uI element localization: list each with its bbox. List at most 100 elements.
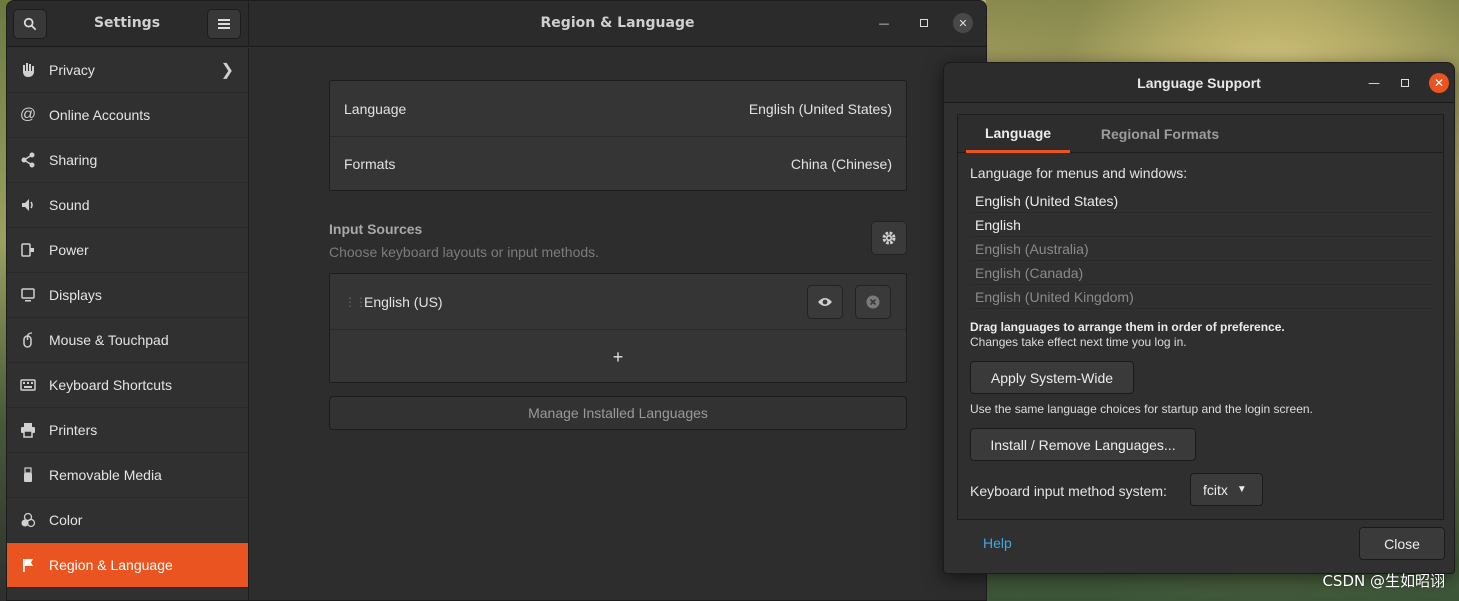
eye-icon — [818, 298, 832, 306]
sidebar-item-privacy[interactable]: Privacy ❯ — [7, 48, 248, 93]
input-method-label: Keyboard input method system: — [970, 483, 1167, 499]
input-method-value: fcitx — [1203, 481, 1228, 498]
sidebar-item-label: Power — [49, 242, 89, 258]
hamburger-icon — [218, 19, 230, 29]
sidebar-item-region-language[interactable]: Region & Language — [7, 543, 248, 588]
list-item[interactable]: English (United States) — [970, 189, 1432, 213]
language-formats-card: Language English (United States) Formats… — [329, 80, 907, 191]
usb-icon — [7, 467, 49, 483]
sidebar-item-label: Region & Language — [49, 557, 173, 573]
add-input-source-row[interactable]: + — [330, 329, 906, 384]
add-icon: + — [612, 346, 624, 367]
input-sources-subtitle: Choose keyboard layouts or input methods… — [329, 244, 600, 260]
gear-icon — [882, 231, 896, 245]
monitor-icon — [7, 287, 49, 303]
language-support-dialog: Language Support — ✕ Language Regional F… — [943, 62, 1455, 574]
maximize-icon — [920, 19, 928, 27]
help-link[interactable]: Help — [983, 535, 1012, 551]
dialog-maximize-button[interactable] — [1395, 73, 1415, 93]
settings-window: Settings Region & Language — ✕ Privacy ❯… — [6, 0, 987, 601]
close-icon: ✕ — [958, 16, 968, 30]
minimize-button[interactable]: — — [874, 13, 894, 33]
region-language-panel: Language English (United States) Formats… — [250, 48, 986, 600]
dialog-titlebar: Language Support — ✕ — [944, 63, 1454, 103]
sidebar-item-color[interactable]: Color — [7, 498, 248, 543]
sidebar-item-label: Printers — [49, 422, 98, 438]
dialog-minimize-button[interactable]: — — [1364, 73, 1384, 93]
sidebar-item-displays[interactable]: Displays — [7, 273, 248, 318]
maximize-icon — [1401, 79, 1409, 87]
printer-icon — [7, 422, 49, 438]
minimize-icon: — — [1368, 76, 1380, 90]
settings-title: Settings — [93, 15, 161, 31]
sidebar-item-label: Privacy — [49, 62, 95, 78]
sidebar-item-label: Mouse & Touchpad — [49, 332, 169, 348]
sidebar-item-removable-media[interactable]: Removable Media — [7, 453, 248, 498]
tab-regional-formats[interactable]: Regional Formats — [1082, 115, 1238, 153]
input-sources-list: ⋮⋮ English (US) + — [329, 273, 907, 383]
list-item[interactable]: English (United Kingdom) — [970, 285, 1432, 309]
sidebar-item-power[interactable]: Power — [7, 228, 248, 273]
color-circles-icon — [7, 512, 49, 528]
menus-language-label: Language for menus and windows: — [970, 165, 1188, 181]
maximize-button[interactable] — [914, 13, 934, 33]
watermark: CSDN @生如昭诩 — [1322, 572, 1445, 590]
language-row[interactable]: Language English (United States) — [330, 81, 906, 136]
sidebar-item-online-accounts[interactable]: @ Online Accounts — [7, 93, 248, 138]
sidebar-item-label: Displays — [49, 287, 102, 303]
changes-note: Changes take effect next time you log in… — [970, 335, 1187, 349]
dialog-close-action-button[interactable]: Close — [1359, 527, 1445, 560]
remove-input-source-button[interactable] — [855, 285, 891, 319]
drag-note: Drag languages to arrange them in order … — [970, 320, 1285, 334]
chevron-down-icon: ▼ — [1236, 484, 1247, 495]
formats-value: China (Chinese) — [790, 156, 892, 172]
close-button[interactable]: ✕ — [953, 13, 973, 33]
formats-label: Formats — [344, 156, 396, 172]
mouse-icon — [7, 332, 49, 348]
sidebar-header: Settings — [7, 1, 249, 47]
input-sources-options-button[interactable] — [871, 221, 907, 255]
tab-bar: Language Regional Formats — [958, 115, 1443, 153]
power-plug-icon — [7, 242, 49, 258]
formats-row[interactable]: Formats China (Chinese) — [330, 136, 906, 191]
chevron-right-icon: ❯ — [220, 62, 234, 79]
hand-icon — [7, 62, 49, 78]
input-method-select[interactable]: fcitx ▼ — [1190, 473, 1263, 506]
apply-system-wide-button[interactable]: Apply System-Wide — [970, 361, 1134, 394]
list-item[interactable]: English — [970, 213, 1432, 237]
language-label: Language — [344, 100, 407, 117]
settings-headerbar: Settings Region & Language — ✕ — [7, 1, 986, 47]
share-icon — [7, 152, 49, 168]
list-item[interactable]: English (Australia) — [970, 237, 1432, 261]
list-item[interactable]: English (Canada) — [970, 261, 1432, 285]
settings-sidebar: Privacy ❯ @ Online Accounts Sharing Soun… — [7, 48, 249, 600]
drag-handle-icon[interactable]: ⋮⋮ — [344, 295, 367, 309]
menu-button[interactable] — [207, 9, 241, 39]
language-list: English (United States) English English … — [970, 189, 1432, 309]
sidebar-item-mouse-touchpad[interactable]: Mouse & Touchpad — [7, 318, 248, 363]
sidebar-item-label: Online Accounts — [49, 107, 151, 123]
sidebar-item-label: Color — [49, 512, 83, 528]
speaker-icon — [7, 197, 49, 213]
sidebar-item-label: Sound — [49, 197, 90, 213]
language-notebook: Language Regional Formats Language for m… — [957, 114, 1444, 520]
search-icon — [23, 17, 37, 31]
at-icon: @ — [19, 106, 37, 123]
keyboard-icon — [7, 377, 49, 393]
sidebar-item-label: Keyboard Shortcuts — [49, 377, 172, 393]
tab-language[interactable]: Language — [966, 115, 1070, 153]
manage-installed-languages-button[interactable]: Manage Installed Languages — [329, 396, 907, 430]
sidebar-item-printers[interactable]: Printers — [7, 408, 248, 453]
close-icon: ✕ — [1433, 76, 1445, 90]
install-remove-languages-button[interactable]: Install / Remove Languages... — [970, 428, 1196, 461]
language-value: English (United States) — [748, 100, 892, 117]
dialog-close-button[interactable]: ✕ — [1429, 73, 1449, 93]
sidebar-item-sharing[interactable]: Sharing — [7, 138, 248, 183]
sidebar-item-keyboard-shortcuts[interactable]: Keyboard Shortcuts — [7, 363, 248, 408]
preview-layout-button[interactable] — [807, 285, 843, 319]
sidebar-item-label: Sharing — [49, 152, 98, 168]
search-button[interactable] — [13, 9, 47, 39]
flag-icon — [7, 557, 49, 573]
sidebar-item-sound[interactable]: Sound — [7, 183, 248, 228]
remove-circle-icon — [866, 295, 880, 309]
